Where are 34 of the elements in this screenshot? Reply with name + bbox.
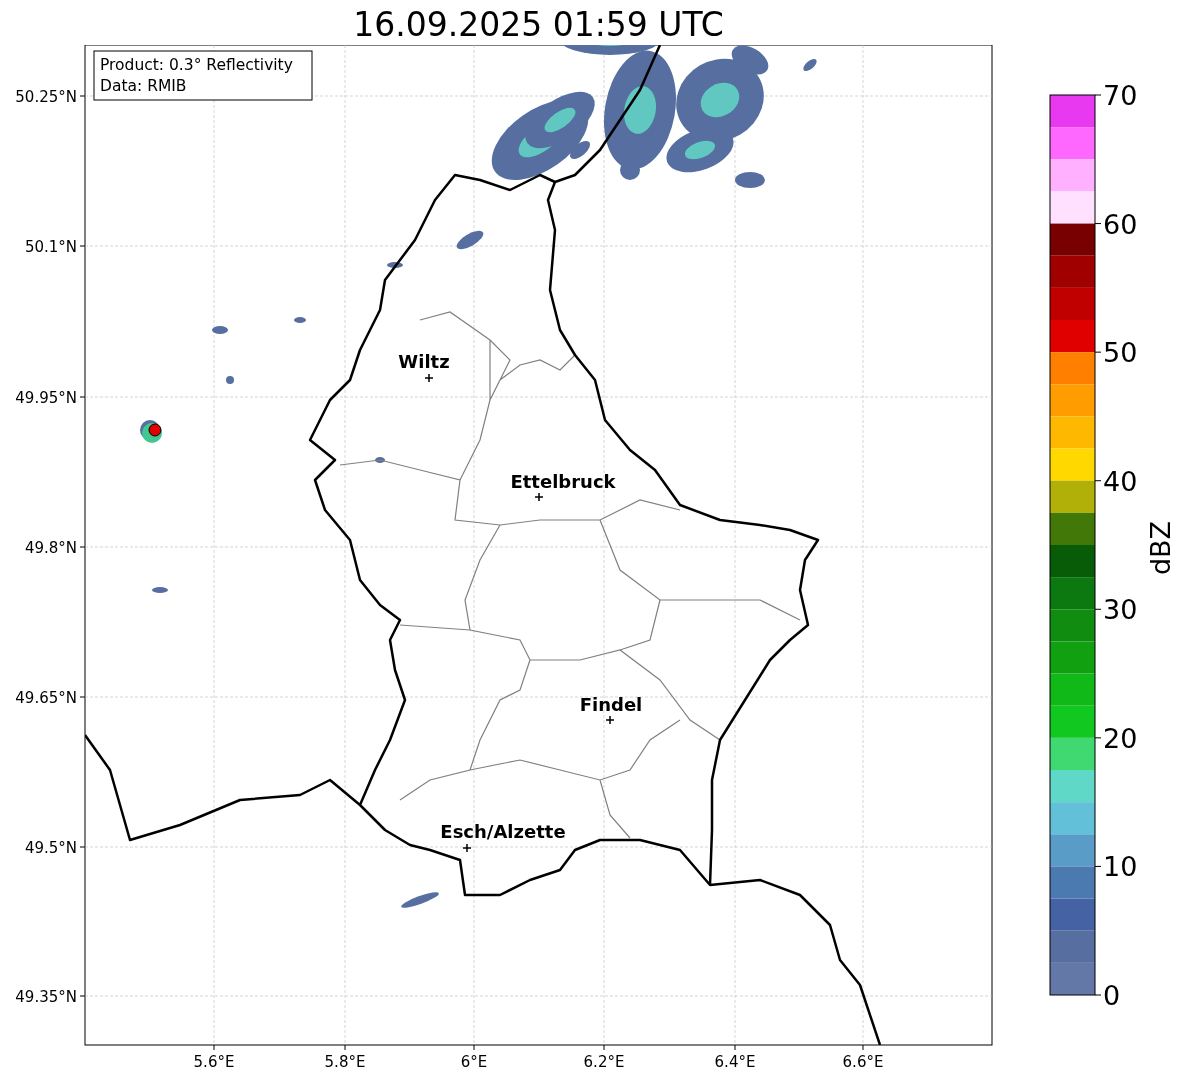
latitude-label: 49.65°N [15, 689, 77, 707]
latitude-label: 49.35°N [15, 988, 77, 1006]
legend-text: Product: 0.3° Reflectivity [100, 56, 293, 74]
city-marker-icon [462, 843, 472, 853]
city-label: Wiltz [398, 351, 450, 372]
city-label: Ettelbruck [510, 471, 616, 492]
city-label: Esch/Alzette [440, 821, 566, 842]
scale-tick-label: 60 [1103, 208, 1138, 240]
city-label: Findel [579, 694, 643, 715]
longitude-label: 6°E [460, 1053, 488, 1071]
latitude-label: 49.5°N [24, 839, 77, 857]
longitude-label: 5.8°E [324, 1053, 366, 1071]
scale-tick-label: 0 [1103, 980, 1121, 1011]
latitude-label: 50.1°N [24, 238, 77, 256]
scale-tick-label: 30 [1103, 594, 1138, 626]
scale-tick-label: 20 [1103, 722, 1138, 754]
longitude-label: 5.6°E [193, 1053, 235, 1071]
scale-tick-label: 50 [1103, 337, 1138, 369]
latitude-label: 49.8°N [24, 539, 77, 557]
latitude-label: 50.25°N [15, 88, 77, 106]
latitude-label: 49.95°N [15, 389, 77, 407]
scale-tick-label: 10 [1103, 851, 1138, 883]
radar-site-icon [142, 423, 162, 443]
longitude-label: 6.2°E [583, 1053, 625, 1071]
scale-tick-label: 70 [1103, 80, 1138, 111]
scale-unit-label: dBZ [1145, 520, 1176, 576]
city-marker-icon [424, 373, 434, 383]
longitude-label: 6.4°E [714, 1053, 756, 1071]
legend-text: Data: RMIB [100, 77, 187, 95]
chart-title: 16.09.2025 01:59 UTC [352, 4, 725, 45]
city-marker-icon [605, 715, 615, 725]
city-marker-icon [534, 492, 544, 502]
longitude-label: 6.6°E [842, 1053, 884, 1071]
scale-tick-label: 40 [1103, 465, 1138, 497]
